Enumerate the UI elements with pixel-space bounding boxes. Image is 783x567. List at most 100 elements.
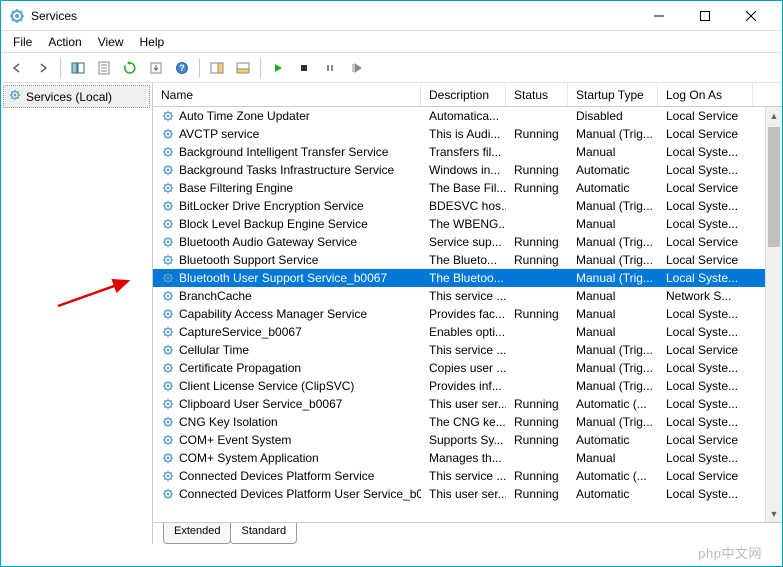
start-service-button[interactable] (266, 56, 290, 80)
back-button[interactable] (5, 56, 29, 80)
tab-standard[interactable]: Standard (230, 523, 297, 544)
details-pane-button[interactable] (231, 56, 255, 80)
tab-extended[interactable]: Extended (163, 523, 231, 544)
service-row[interactable]: COM+ System ApplicationManages th...Manu… (153, 449, 782, 467)
service-description: Automatica... (421, 109, 506, 123)
service-row[interactable]: Connected Devices Platform ServiceThis s… (153, 467, 782, 485)
service-row[interactable]: Certificate Propagation Copies user ... Ma… (153, 359, 782, 377)
refresh-button[interactable] (118, 56, 142, 80)
service-logon: Network S... (658, 289, 753, 303)
scroll-up-button[interactable]: ▲ (766, 107, 782, 124)
service-row[interactable]: Bluetooth User Support Service_b0067The … (153, 269, 782, 287)
service-name: COM+ Event System (179, 433, 291, 447)
service-status: Running (506, 253, 568, 267)
service-row[interactable]: BranchCacheThis service ...ManualNetwork… (153, 287, 782, 305)
menu-action[interactable]: Action (40, 33, 89, 51)
service-list[interactable]: Auto Time Zone UpdaterAutomatica...Disab… (153, 107, 782, 522)
service-name: Certificate Propagation (179, 361, 301, 375)
service-row[interactable]: CNG Key IsolationThe CNG ke...RunningMan… (153, 413, 782, 431)
service-row[interactable]: Block Level Backup Engine ServiceThe WBE… (153, 215, 782, 233)
service-name: CaptureService_b0067 (179, 325, 302, 339)
column-header-name[interactable]: Name (153, 83, 421, 106)
service-logon: Local Syste... (658, 379, 753, 393)
scroll-down-button[interactable]: ▼ (766, 505, 782, 522)
service-description: Copies user ... (421, 361, 506, 375)
service-startup: Manual (Trig... (568, 361, 658, 375)
service-description: This service ... (421, 469, 506, 483)
properties-button[interactable] (92, 56, 116, 80)
service-description: This user ser... (421, 397, 506, 411)
menu-file[interactable]: File (5, 33, 40, 51)
sidebar-root-label: Services (Local) (26, 90, 112, 104)
service-row[interactable]: Base Filtering EngineThe Base Fil...Runn… (153, 179, 782, 197)
column-header-startup[interactable]: Startup Type (568, 83, 658, 106)
gear-icon (8, 88, 22, 105)
menu-help[interactable]: Help (132, 33, 173, 51)
gear-icon (161, 415, 175, 429)
service-row[interactable]: Bluetooth Audio Gateway ServiceService s… (153, 233, 782, 251)
column-header-description[interactable]: Description (421, 83, 506, 106)
service-name: COM+ System Application (179, 451, 319, 465)
service-row[interactable]: Auto Time Zone UpdaterAutomatica...Disab… (153, 107, 782, 125)
help-button[interactable]: ? (170, 56, 194, 80)
service-row[interactable]: Clipboard User Service_b0067 This user se… (153, 395, 782, 413)
service-row[interactable]: COM+ Event SystemSupports Sy...RunningAu… (153, 431, 782, 449)
service-description: The Blueto... (421, 253, 506, 267)
service-status: Running (506, 415, 568, 429)
service-row[interactable]: Client License Service (ClipSVC)Provides… (153, 377, 782, 395)
service-row[interactable]: Capability Access Manager ServiceProvide… (153, 305, 782, 323)
body: Services (Local) Name Description Status… (1, 83, 782, 544)
service-row[interactable]: Connected Devices Platform User Service_… (153, 485, 782, 503)
minimize-button[interactable] (636, 1, 682, 31)
service-logon: Local Syste... (658, 199, 753, 213)
service-row[interactable]: BitLocker Drive Encryption ServiceBDESVC… (153, 197, 782, 215)
service-logon: Local Service (658, 181, 753, 195)
service-description: This service ... (421, 289, 506, 303)
service-logon: Local Syste... (658, 487, 753, 501)
maximize-button[interactable] (682, 1, 728, 31)
gear-icon (161, 325, 175, 339)
service-startup: Manual (Trig... (568, 379, 658, 393)
stop-service-button[interactable] (292, 56, 316, 80)
vertical-scrollbar[interactable]: ▲ ▼ (765, 107, 782, 522)
service-status: Running (506, 127, 568, 141)
service-status: Running (506, 433, 568, 447)
action-pane-button[interactable] (205, 56, 229, 80)
gear-icon (161, 361, 175, 375)
service-row[interactable]: Cellular TimeThis service ...Manual (Tri… (153, 341, 782, 359)
menu-view[interactable]: View (90, 33, 132, 51)
export-button[interactable] (144, 56, 168, 80)
column-header-logon[interactable]: Log On As (658, 83, 753, 106)
service-description: The WBENG... (421, 217, 506, 231)
service-row[interactable]: Background Tasks Infrastructure ServiceW… (153, 161, 782, 179)
service-logon: Local Service (658, 235, 753, 249)
close-button[interactable] (728, 1, 774, 31)
list-header: Name Description Status Startup Type Log… (153, 83, 782, 107)
show-hide-tree-button[interactable] (66, 56, 90, 80)
service-status: Running (506, 397, 568, 411)
service-logon: Local Service (658, 433, 753, 447)
gear-icon (161, 379, 175, 393)
scroll-thumb[interactable] (768, 127, 780, 247)
service-description: This service ... (421, 343, 506, 357)
gear-icon (161, 307, 175, 321)
pause-service-button[interactable] (318, 56, 342, 80)
forward-button[interactable] (31, 56, 55, 80)
service-name: Bluetooth Audio Gateway Service (179, 235, 357, 249)
gear-icon (161, 487, 175, 501)
column-header-status[interactable]: Status (506, 83, 568, 106)
service-row[interactable]: Background Intelligent Transfer ServiceT… (153, 143, 782, 161)
sidebar-services-local[interactable]: Services (Local) (3, 85, 150, 108)
service-startup: Automatic (568, 181, 658, 195)
view-tabs: Extended Standard (153, 522, 782, 544)
service-name: Clipboard User Service_b0067 (179, 397, 342, 411)
service-row[interactable]: CaptureService_b0067Enables opti...Manua… (153, 323, 782, 341)
service-row[interactable]: Bluetooth Support ServiceThe Blueto...Ru… (153, 251, 782, 269)
service-logon: Local Syste... (658, 163, 753, 177)
gear-icon (161, 127, 175, 141)
restart-service-button[interactable] (344, 56, 368, 80)
service-startup: Manual (Trig... (568, 253, 658, 267)
gear-icon (161, 271, 175, 285)
service-name: Background Tasks Infrastructure Service (179, 163, 394, 177)
service-row[interactable]: AVCTP serviceThis is Audi...RunningManua… (153, 125, 782, 143)
